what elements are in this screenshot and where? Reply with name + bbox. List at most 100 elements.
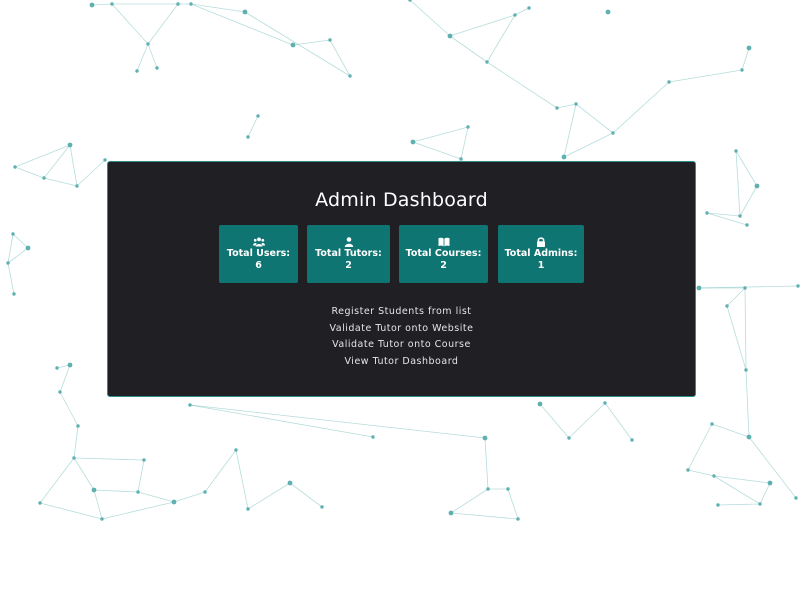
network-node — [67, 142, 73, 148]
page: Admin Dashboard Total Users: 6 Total Tut… — [0, 0, 801, 600]
network-line — [409, 0, 451, 37]
network-node — [155, 66, 159, 70]
network-node — [76, 424, 80, 428]
network-line — [668, 69, 743, 83]
network-line — [93, 489, 103, 520]
network-line — [173, 491, 206, 503]
network-line — [190, 3, 246, 13]
network-line — [91, 3, 113, 6]
network-line — [147, 43, 158, 69]
validate-tutor-website-link[interactable]: Validate Tutor onto Website — [108, 323, 695, 334]
stat-card-total-users: Total Users: 6 — [219, 225, 298, 283]
network-node — [738, 214, 742, 218]
network-line — [726, 305, 747, 371]
network-node — [482, 435, 488, 441]
network-node — [486, 487, 490, 491]
network-line — [247, 482, 291, 510]
network-node — [12, 292, 16, 296]
network-line — [73, 425, 79, 459]
network-line — [111, 3, 149, 45]
stat-value: 6 — [255, 260, 262, 271]
network-node — [242, 9, 248, 15]
view-tutor-dashboard-link[interactable]: View Tutor Dashboard — [108, 356, 695, 367]
network-node — [234, 448, 238, 452]
network-node — [516, 517, 520, 521]
network-node — [716, 503, 720, 507]
users-icon — [252, 237, 265, 247]
network-line — [12, 233, 29, 249]
network-node — [754, 183, 760, 189]
network-node — [13, 165, 17, 169]
stat-label: Total Users: — [226, 248, 291, 259]
network-line — [76, 159, 106, 187]
network-node — [696, 285, 702, 291]
network-node — [667, 80, 671, 84]
network-line — [247, 115, 259, 138]
network-line — [7, 262, 15, 295]
network-line — [69, 144, 78, 187]
network-node — [55, 366, 59, 370]
network-node — [246, 507, 250, 511]
validate-tutor-course-link[interactable]: Validate Tutor onto Course — [108, 339, 695, 350]
lock-icon — [535, 237, 547, 247]
network-line — [713, 475, 771, 484]
network-line — [412, 141, 462, 160]
network-line — [612, 81, 670, 134]
network-node — [246, 135, 250, 139]
network-node — [38, 501, 42, 505]
stat-label: Total Courses: — [405, 248, 482, 259]
book-icon — [438, 237, 450, 247]
network-line — [563, 103, 577, 158]
network-line — [484, 437, 489, 490]
network-line — [713, 475, 761, 505]
network-line — [93, 489, 139, 493]
network-line — [101, 501, 175, 520]
stat-card-total-courses: Total Courses: 2 — [399, 225, 488, 283]
network-line — [137, 491, 175, 503]
network-line — [39, 457, 75, 504]
admin-dashboard-panel: Admin Dashboard Total Users: 6 Total Tut… — [107, 161, 696, 397]
network-line — [735, 150, 758, 187]
network-line — [556, 103, 577, 109]
network-line — [744, 287, 747, 371]
network-node — [743, 286, 747, 290]
network-node — [67, 362, 73, 368]
network-line — [59, 391, 79, 427]
network-node — [605, 9, 611, 15]
network-line — [412, 126, 469, 143]
network-line — [43, 177, 78, 187]
stat-value: 2 — [440, 260, 447, 271]
network-node — [744, 368, 748, 372]
stat-label: Total Tutors: — [315, 248, 382, 259]
network-node — [290, 42, 296, 48]
network-line — [7, 247, 29, 264]
network-line — [514, 7, 530, 16]
network-line — [575, 103, 614, 134]
network-line — [717, 503, 761, 506]
network-node — [537, 401, 543, 407]
network-node — [686, 468, 690, 472]
register-students-link[interactable]: Register Students from list — [108, 306, 695, 317]
network-node — [506, 487, 510, 491]
network-node — [176, 2, 180, 6]
network-line — [726, 287, 746, 307]
network-node — [142, 458, 146, 462]
network-line — [204, 449, 237, 493]
network-node — [466, 125, 470, 129]
network-node — [136, 490, 140, 494]
network-line — [7, 233, 14, 264]
network-line — [687, 469, 715, 477]
network-node — [203, 490, 207, 494]
network-node — [485, 60, 489, 64]
network-line — [329, 39, 351, 77]
network-line — [39, 502, 103, 520]
network-node — [320, 505, 324, 509]
network-line — [539, 403, 570, 439]
network-node — [91, 487, 97, 493]
network-node — [740, 68, 744, 72]
network-line — [449, 14, 516, 37]
network-line — [136, 43, 149, 72]
network-line — [14, 166, 45, 179]
network-line — [147, 3, 179, 45]
network-line — [563, 132, 614, 158]
